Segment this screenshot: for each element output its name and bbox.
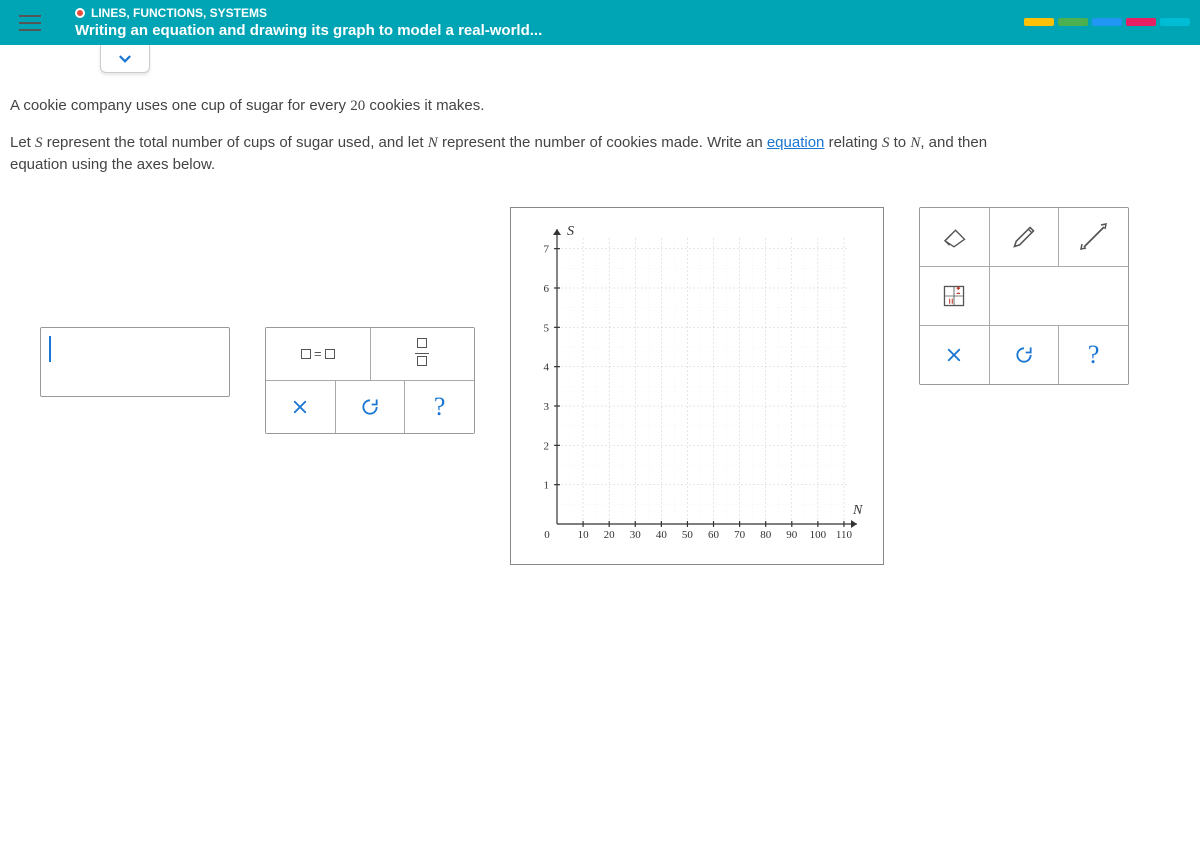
svg-text:10: 10 [578,529,590,541]
tool-line-button[interactable] [1059,208,1128,266]
redo-icon [360,397,380,417]
keypad-clear-button[interactable] [266,381,336,433]
progress-bar [1024,18,1190,26]
problem-line-1: A cookie company uses one cup of sugar f… [10,95,1190,118]
keypad-help-button[interactable]: ? [405,381,474,433]
svg-text:4: 4 [544,361,550,373]
keypad-redo-button[interactable] [336,381,406,433]
svg-text:110: 110 [836,529,853,541]
graph-toolbox: ? [919,207,1129,385]
svg-text:50: 50 [682,529,694,541]
breadcrumb: LINES, FUNCTIONS, SYSTEMS [75,6,1190,20]
graph-clear-button[interactable] [920,326,990,384]
close-icon [291,398,309,416]
svg-text:7: 7 [544,243,550,255]
equation-link[interactable]: equation [767,134,825,151]
svg-text:40: 40 [656,529,668,541]
tool-eraser-button[interactable] [920,208,990,266]
svg-text:6: 6 [544,283,550,295]
svg-text:5: 5 [544,322,550,334]
svg-text:30: 30 [630,529,642,541]
svg-text:S: S [567,224,574,239]
header-text: LINES, FUNCTIONS, SYSTEMS Writing an equ… [75,6,1190,39]
svg-text:N: N [852,503,863,518]
svg-text:2: 2 [544,440,550,452]
app-header: LINES, FUNCTIONS, SYSTEMS Writing an equ… [0,0,1200,45]
keypad-equals-button[interactable]: = [266,328,371,380]
tool-grid-button[interactable] [920,267,990,325]
graph-panel: 10203040506070809010011012345670NS [510,207,884,565]
keypad-fraction-button[interactable] [371,328,475,380]
svg-text:60: 60 [708,529,720,541]
eraser-icon [939,225,969,249]
close-icon [945,346,963,364]
graph-redo-button[interactable] [990,326,1060,384]
svg-text:70: 70 [734,529,746,541]
equation-keypad: = ? [265,327,475,434]
svg-text:0: 0 [544,529,550,541]
content-area: A cookie company uses one cup of sugar f… [0,45,1200,575]
expand-toggle[interactable] [100,45,150,73]
page-title: Writing an equation and drawing its grap… [75,22,1190,39]
svg-text:90: 90 [786,529,798,541]
work-area: = ? 10203040506070809010011012345670NS [10,207,1190,565]
coordinate-graph[interactable]: 10203040506070809010011012345670NS [517,214,877,554]
svg-text:80: 80 [760,529,772,541]
graph-help-button[interactable]: ? [1059,326,1128,384]
menu-button[interactable] [10,3,50,43]
chevron-down-icon [116,50,134,68]
svg-text:20: 20 [604,529,616,541]
pencil-icon [1011,224,1037,250]
equation-input[interactable] [40,327,230,397]
redo-icon [1014,345,1034,365]
breadcrumb-label: LINES, FUNCTIONS, SYSTEMS [91,6,267,20]
problem-line-2: Let S represent the total number of cups… [10,132,1190,177]
tool-pencil-button[interactable] [990,208,1060,266]
svg-text:100: 100 [810,529,827,541]
line-icon [1079,222,1109,252]
svg-text:1: 1 [544,479,550,491]
svg-text:3: 3 [544,401,550,413]
grid-zoom-icon [941,283,967,309]
text-cursor [49,336,51,362]
record-icon [75,8,85,18]
